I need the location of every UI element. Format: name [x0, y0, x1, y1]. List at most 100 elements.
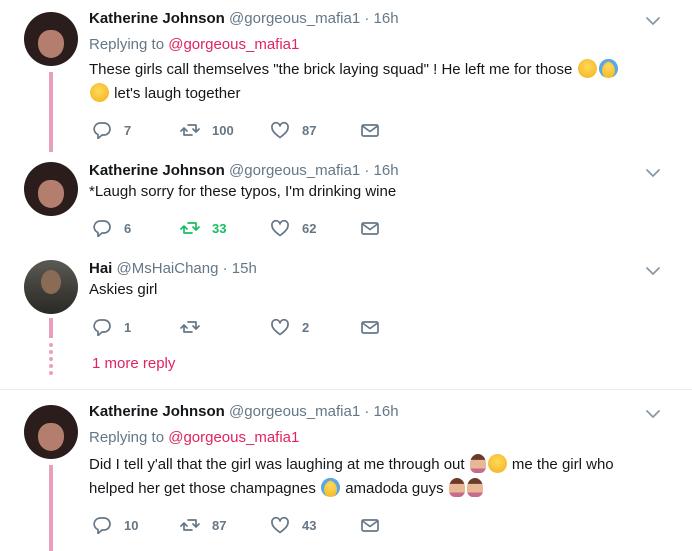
author-handle[interactable]: @MsHaiChang: [117, 260, 219, 277]
retweet-count: 87: [212, 517, 227, 533]
retweet-icon: [180, 519, 200, 531]
thread-dots: [49, 343, 53, 378]
like-icon: [271, 318, 289, 336]
dm-icon: [361, 321, 379, 334]
time-separator: ·: [222, 260, 228, 277]
chevron-down-icon[interactable]: [644, 12, 662, 30]
reply-count: 10: [124, 517, 139, 533]
author-name[interactable]: Katherine Johnson: [89, 403, 225, 420]
rofl-emoji-icon: [86, 79, 113, 106]
replying-to-handle[interactable]: @gorgeous_mafia1: [168, 36, 299, 53]
like-count: 2: [302, 319, 310, 335]
tweet-header: Katherine Johnson @gorgeous_mafia1 · 16h: [89, 402, 399, 422]
dm-button[interactable]: [360, 218, 392, 238]
reply-count: 6: [124, 220, 132, 236]
replying-to-handle[interactable]: @gorgeous_mafia1: [168, 429, 299, 446]
more-replies-link[interactable]: 1 more reply: [92, 355, 175, 372]
tweet-actions: 6 33 62: [92, 218, 392, 238]
tweet-text-line: Did I tell y'all that the girl was laugh…: [89, 456, 465, 473]
chevron-down-icon[interactable]: [644, 405, 662, 423]
reply-icon: [93, 319, 111, 336]
like-count: 62: [302, 220, 317, 236]
author-name[interactable]: Hai: [89, 260, 112, 277]
time-separator: ·: [364, 10, 370, 27]
timestamp[interactable]: 16h: [374, 10, 399, 27]
tweet-text: Did I tell y'all that the girl was laugh…: [89, 453, 669, 501]
tweet-text-line: helped her get those champagnes: [89, 480, 316, 497]
tweet-actions: 7 100 87: [92, 120, 392, 140]
avatar[interactable]: [24, 162, 78, 216]
retweet-icon: [180, 222, 200, 234]
like-button[interactable]: 62: [270, 218, 316, 238]
tweet-actions: 1 2: [92, 317, 392, 337]
author-handle[interactable]: @gorgeous_mafia1: [229, 403, 360, 420]
timestamp[interactable]: 16h: [374, 162, 399, 179]
like-count: 43: [302, 517, 317, 533]
reply-icon: [93, 220, 111, 237]
retweet-button[interactable]: [180, 317, 212, 337]
reply-button[interactable]: 7: [92, 120, 131, 140]
time-separator: ·: [364, 162, 370, 179]
thread-line: [49, 465, 53, 551]
avatar[interactable]: [24, 405, 78, 459]
retweet-icon: [180, 124, 200, 136]
reply-button[interactable]: 10: [92, 515, 138, 535]
like-icon: [271, 516, 289, 534]
time-separator: ·: [364, 403, 370, 420]
dm-button[interactable]: [360, 120, 392, 140]
woman-gesturing-emoji-icon: [466, 478, 483, 497]
tweet-text-line: let's laugh together: [114, 85, 241, 102]
tweet-header: Katherine Johnson @gorgeous_mafia1 · 16h: [89, 9, 399, 29]
timestamp[interactable]: 15h: [232, 260, 257, 277]
reply-icon: [93, 517, 111, 534]
divider: [0, 389, 692, 390]
dm-button[interactable]: [360, 515, 392, 535]
tears-of-joy-emoji-icon: [598, 59, 618, 78]
replying-to: Replying to @gorgeous_mafia1: [89, 35, 299, 55]
reply-count: 1: [124, 319, 132, 335]
dm-icon: [361, 222, 379, 235]
replying-to-label: Replying to: [89, 36, 169, 53]
tweet-4[interactable]: Katherine Johnson @gorgeous_mafia1 · 16h…: [0, 393, 692, 551]
retweet-button[interactable]: 87: [180, 515, 226, 535]
tweet-text: *Laugh sorry for these typos, I'm drinki…: [89, 183, 397, 200]
tweet-header: Katherine Johnson @gorgeous_mafia1 · 16h: [89, 161, 399, 181]
grin-emoji-icon: [577, 59, 597, 78]
relieved-emoji-icon: [487, 454, 507, 473]
tweet-actions: 10 87 43: [92, 515, 392, 535]
like-button[interactable]: 2: [270, 317, 309, 337]
tweet-text-line: me the girl who: [511, 456, 614, 473]
thread-line: [49, 318, 53, 338]
tweet-text: Askies girl: [89, 281, 158, 298]
retweet-count: 33: [212, 220, 227, 236]
retweet-count: 100: [212, 122, 234, 138]
author-handle[interactable]: @gorgeous_mafia1: [229, 10, 360, 27]
avatar[interactable]: [24, 12, 78, 66]
retweet-icon: [180, 321, 200, 333]
reply-button[interactable]: 1: [92, 317, 131, 337]
replying-to-label: Replying to: [89, 429, 169, 446]
reply-button[interactable]: 6: [92, 218, 131, 238]
like-button[interactable]: 43: [270, 515, 316, 535]
tweet-header: Hai @MsHaiChang · 15h: [89, 259, 257, 279]
avatar[interactable]: [24, 260, 78, 314]
tweet-text-line: These girls call themselves "the brick l…: [89, 61, 573, 78]
tears-of-joy-emoji-icon: [321, 478, 341, 497]
tweet-1[interactable]: Katherine Johnson @gorgeous_mafia1 · 16h…: [0, 0, 692, 152]
retweet-button[interactable]: 100: [180, 120, 234, 140]
tweet-3[interactable]: Hai @MsHaiChang · 15h Askies girl 1 2: [0, 250, 692, 338]
reply-icon: [93, 122, 111, 139]
replying-to: Replying to @gorgeous_mafia1: [89, 428, 299, 448]
thread-line: [49, 72, 53, 152]
tweet-2[interactable]: Katherine Johnson @gorgeous_mafia1 · 16h…: [0, 152, 692, 250]
timestamp[interactable]: 16h: [374, 403, 399, 420]
author-name[interactable]: Katherine Johnson: [89, 10, 225, 27]
woman-gesturing-emoji-icon: [448, 478, 465, 497]
like-button[interactable]: 87: [270, 120, 316, 140]
like-icon: [271, 121, 289, 139]
dm-button[interactable]: [360, 317, 392, 337]
retweet-button[interactable]: 33: [180, 218, 226, 238]
woman-gesturing-emoji-icon: [469, 454, 486, 473]
author-handle[interactable]: @gorgeous_mafia1: [229, 162, 360, 179]
author-name[interactable]: Katherine Johnson: [89, 162, 225, 179]
